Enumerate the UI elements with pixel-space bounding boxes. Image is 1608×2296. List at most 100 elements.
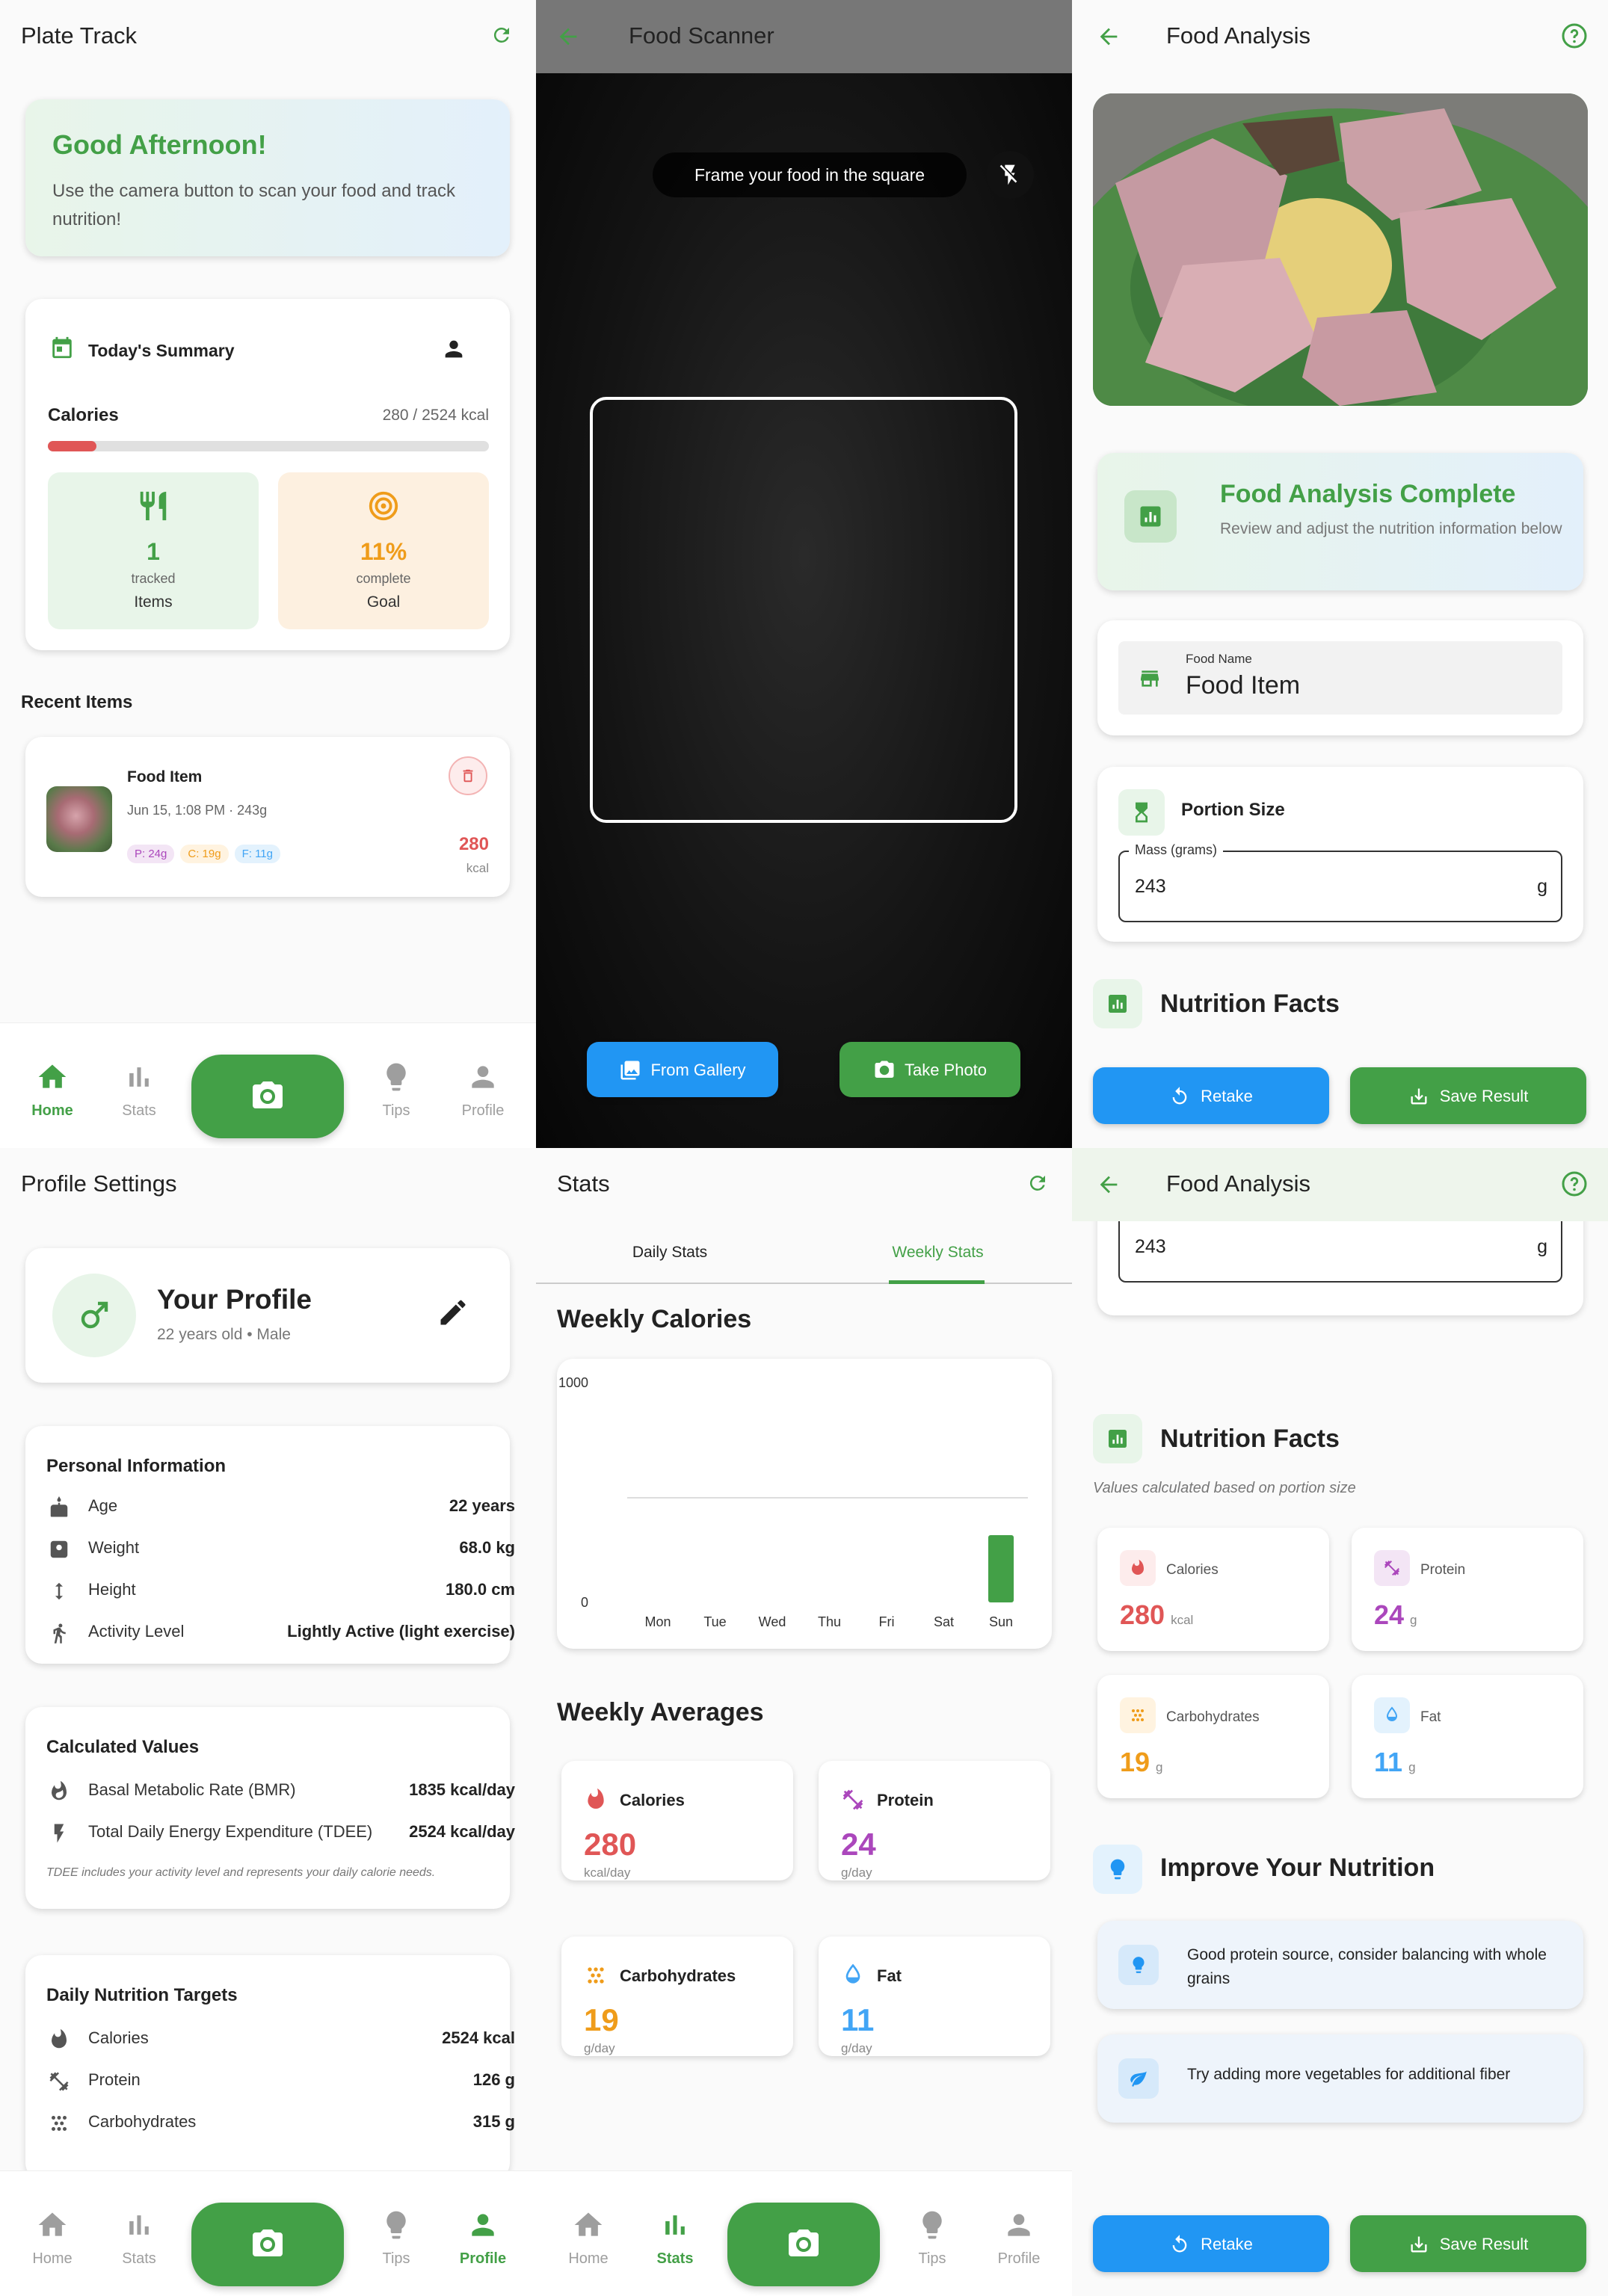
recent-item-card[interactable]: Food Item Jun 15, 1:08 PM · 243g P: 24g C… xyxy=(25,737,510,897)
bar-chart-icon xyxy=(129,1067,149,1087)
camera-button[interactable] xyxy=(727,2203,880,2286)
retake-button[interactable]: Retake xyxy=(1093,1067,1329,1124)
flame-icon xyxy=(1132,1559,1144,1575)
nav-profile-label: Profile xyxy=(461,1102,505,1119)
food-photo xyxy=(1093,93,1588,406)
camera-button[interactable] xyxy=(191,1055,344,1138)
x-tick-label: Sat xyxy=(934,1614,954,1629)
delete-button[interactable] xyxy=(449,756,487,795)
mass-input[interactable]: Mass (grams) 243 g xyxy=(1118,842,1562,922)
activity-label: Activity Level xyxy=(88,1622,185,1641)
camera-icon xyxy=(253,1081,283,1108)
nav-tips[interactable]: Tips xyxy=(359,1061,434,1120)
replay-icon xyxy=(1172,2235,1187,2253)
macro-chips: P: 24g C: 19g F: 11g xyxy=(127,845,286,863)
nav-home[interactable]: Home xyxy=(15,2209,90,2268)
flash-toggle[interactable] xyxy=(986,151,1034,199)
nav-profile[interactable]: Profile xyxy=(446,1061,520,1120)
nav-home[interactable]: Home xyxy=(551,2209,626,2268)
back-arrow-icon[interactable] xyxy=(1096,1172,1121,1197)
height-icon xyxy=(55,1582,63,1600)
avg-fat-value: 11 xyxy=(841,2002,875,2037)
protein-card: Protein 24 g xyxy=(1352,1528,1583,1651)
scan-frame xyxy=(590,397,1017,823)
back-arrow-icon[interactable] xyxy=(1096,24,1121,49)
mass-input[interactable]: Mass (grams) 243 g xyxy=(1118,1203,1562,1283)
nav-stats[interactable]: Stats xyxy=(102,1061,176,1120)
goal-label: Goal xyxy=(366,593,401,611)
summary-card: Today's Summary Calories 280 / 2524 kcal… xyxy=(25,299,510,650)
save-result-button[interactable]: Save Result xyxy=(1350,2215,1586,2272)
edit-icon[interactable] xyxy=(437,1296,469,1329)
food-thumbnail xyxy=(46,786,112,852)
grain-icon xyxy=(52,2116,67,2131)
from-gallery-label: From Gallery xyxy=(650,1061,746,1080)
nav-stats[interactable]: Stats xyxy=(102,2209,176,2268)
stats-screen: Stats Daily Stats Weekly Stats Weekly Ca… xyxy=(536,1148,1072,2296)
take-photo-button[interactable]: Take Photo xyxy=(840,1042,1020,1097)
scale-icon xyxy=(50,1540,68,1558)
target-carbs-label: Carbohydrates xyxy=(88,2112,197,2131)
tab-daily-stats[interactable]: Daily Stats xyxy=(536,1223,804,1283)
nav-stats[interactable]: Stats xyxy=(638,2209,712,2268)
refresh-icon[interactable] xyxy=(490,24,513,46)
analysis-app-bar: Food Analysis xyxy=(1072,1148,1608,1221)
protein-value-row: 24 g xyxy=(1374,1599,1417,1631)
nav-home[interactable]: Home xyxy=(15,1061,90,1120)
retake-button[interactable]: Retake xyxy=(1093,2215,1329,2272)
lightbulb-icon xyxy=(1133,1957,1145,1973)
protein-value: 24 xyxy=(1374,1599,1405,1630)
flame-icon xyxy=(52,1780,67,1800)
nav-home-label: Home xyxy=(568,2250,609,2267)
items-tile: 1 tracked Items xyxy=(48,472,259,629)
analysis-title: Food Analysis xyxy=(1166,1170,1310,1197)
analysis-complete-card: Food Analysis Complete Review and adjust… xyxy=(1097,453,1583,590)
improve-icon-bg xyxy=(1093,1845,1142,1894)
nav-tips-label: Tips xyxy=(382,1102,410,1119)
activity-value: Lightly Active (light exercise) xyxy=(287,1622,515,1641)
bmr-value: 1835 kcal/day xyxy=(409,1780,515,1799)
camera-icon xyxy=(253,2229,283,2256)
save-result-button[interactable]: Save Result xyxy=(1350,1067,1586,1124)
analytics-icon xyxy=(1109,995,1127,1013)
bar-chart-icon xyxy=(129,2215,149,2235)
nav-profile[interactable]: Profile xyxy=(982,2209,1056,2268)
nutrition-icon-bg xyxy=(1093,979,1142,1028)
back-arrow-icon[interactable] xyxy=(555,24,581,49)
mass-value: 243 xyxy=(1135,1236,1166,1257)
tdee-value: 2524 kcal/day xyxy=(409,1822,515,1841)
weekly-calories-chart-card: 1000 0 Mon Tue Wed Thu Fri Sat Sun xyxy=(557,1359,1052,1649)
nav-profile[interactable]: Profile xyxy=(446,2209,520,2268)
nav-profile-label: Profile xyxy=(997,2250,1041,2267)
avg-calories-label: Calories xyxy=(620,1791,685,1809)
nav-tips[interactable]: Tips xyxy=(895,2209,970,2268)
nav-tips[interactable]: Tips xyxy=(359,2209,434,2268)
tab-weekly-stats[interactable]: Weekly Stats xyxy=(804,1223,1072,1283)
carbs-unit: g xyxy=(1156,1760,1163,1774)
help-icon[interactable] xyxy=(1561,1170,1588,1197)
height-value: 180.0 cm xyxy=(446,1580,515,1599)
food-name-value: Food Item xyxy=(1186,671,1301,700)
download-icon xyxy=(1411,2236,1427,2253)
home-icon xyxy=(574,2212,603,2236)
recent-item-meta: Jun 15, 1:08 PM · 243g xyxy=(127,803,268,818)
carbs-value: 19 xyxy=(1120,1747,1150,1777)
food-name-field[interactable]: Food Name Food Item xyxy=(1118,641,1562,715)
calories-unit: kcal xyxy=(1171,1613,1194,1627)
help-icon[interactable] xyxy=(1561,22,1588,49)
person-icon[interactable] xyxy=(441,336,466,362)
camera-button[interactable] xyxy=(191,2203,344,2286)
profile-icon xyxy=(472,2214,494,2236)
refresh-icon[interactable] xyxy=(1026,1172,1049,1194)
scanner-screen: Food Scanner Frame your food in the squa… xyxy=(536,0,1072,1148)
walk-icon xyxy=(53,1623,66,1644)
protein-label: Protein xyxy=(1420,1562,1466,1578)
carbs-label: Carbohydrates xyxy=(1166,1709,1260,1725)
greeting-title: Good Afternoon! xyxy=(52,129,267,160)
tab-indicator xyxy=(889,1280,985,1284)
your-profile-title: Your Profile xyxy=(157,1284,312,1315)
recent-item-kcal-unit: kcal xyxy=(466,861,489,875)
target-icon xyxy=(369,491,398,521)
bottom-nav: Home Stats Tips Profile xyxy=(0,1022,536,1148)
from-gallery-button[interactable]: From Gallery xyxy=(587,1042,778,1097)
